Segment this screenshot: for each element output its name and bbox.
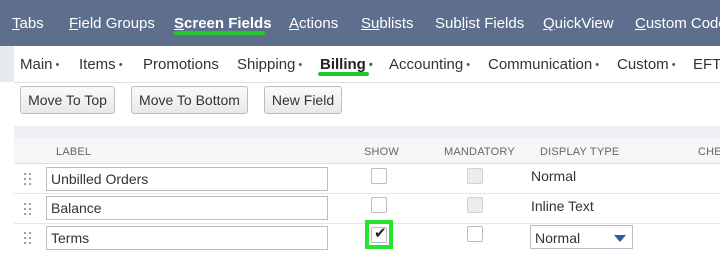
tab-tabs[interactable]: Tabs: [12, 15, 44, 33]
move-to-top-button[interactable]: Move To Top: [20, 86, 115, 114]
display-type-select[interactable]: Normal: [530, 225, 633, 249]
subtab-accounting[interactable]: Accounting •: [389, 56, 470, 74]
drag-handle-icon[interactable]: [24, 232, 32, 244]
tab-sublists[interactable]: Sublists: [361, 15, 414, 33]
sub-tab-bar: Main • Items • Promotions Shipping • Billin…: [0, 46, 720, 82]
label-field[interactable]: Balance: [46, 196, 328, 220]
mandatory-checkbox[interactable]: [467, 226, 483, 242]
header-checkout: CHE: [698, 146, 720, 158]
subtab-promotions[interactable]: Promotions: [143, 56, 222, 74]
header-display-type: DISPLAY TYPE: [540, 146, 620, 158]
subtab-custom[interactable]: Custom •: [617, 56, 676, 74]
show-checkbox[interactable]: [371, 168, 387, 184]
subtab-shipping[interactable]: Shipping •: [237, 56, 302, 74]
mandatory-checkbox: [467, 168, 483, 184]
mandatory-checkbox: [467, 197, 483, 213]
header-label: LABEL: [56, 146, 92, 158]
tab-custom-code[interactable]: Custom Code: [635, 15, 720, 33]
subtab-eft[interactable]: EFT•: [693, 56, 720, 74]
display-type-selected: Normal: [535, 230, 581, 246]
billing-highlight: [318, 72, 369, 76]
button-bar: [14, 82, 720, 126]
display-type-value: Inline Text: [531, 198, 594, 214]
drag-handle-icon[interactable]: [24, 173, 32, 185]
tab-quickview[interactable]: QuickView: [543, 15, 614, 33]
new-field-button[interactable]: New Field: [264, 86, 342, 114]
tab-sublist-fields[interactable]: Sublist Fields: [435, 15, 524, 33]
show-checkbox-highlight: [365, 220, 393, 249]
display-type-value: Normal: [531, 168, 577, 184]
move-to-bottom-button[interactable]: Move To Bottom: [131, 86, 248, 114]
screen-fields-highlight: [174, 31, 265, 35]
label-field[interactable]: Terms: [46, 226, 328, 250]
tab-field-groups[interactable]: Field Groups: [69, 15, 155, 33]
subtab-items[interactable]: Items •: [79, 56, 123, 74]
drag-handle-icon[interactable]: [24, 203, 32, 215]
top-nav-bar: Tabs Field Groups Screen Fields Actions …: [0, 0, 720, 46]
tab-actions[interactable]: Actions: [289, 15, 338, 33]
separator-strip: [14, 126, 720, 138]
label-field[interactable]: Unbilled Orders: [46, 167, 328, 191]
subtab-communication[interactable]: Communication •: [488, 56, 599, 74]
header-mandatory: MANDATORY: [444, 146, 515, 158]
dropdown-caret-icon: [614, 235, 626, 242]
subtab-main[interactable]: Main •: [20, 56, 59, 74]
show-checkbox[interactable]: [371, 197, 387, 213]
header-show: SHOW: [364, 146, 400, 158]
